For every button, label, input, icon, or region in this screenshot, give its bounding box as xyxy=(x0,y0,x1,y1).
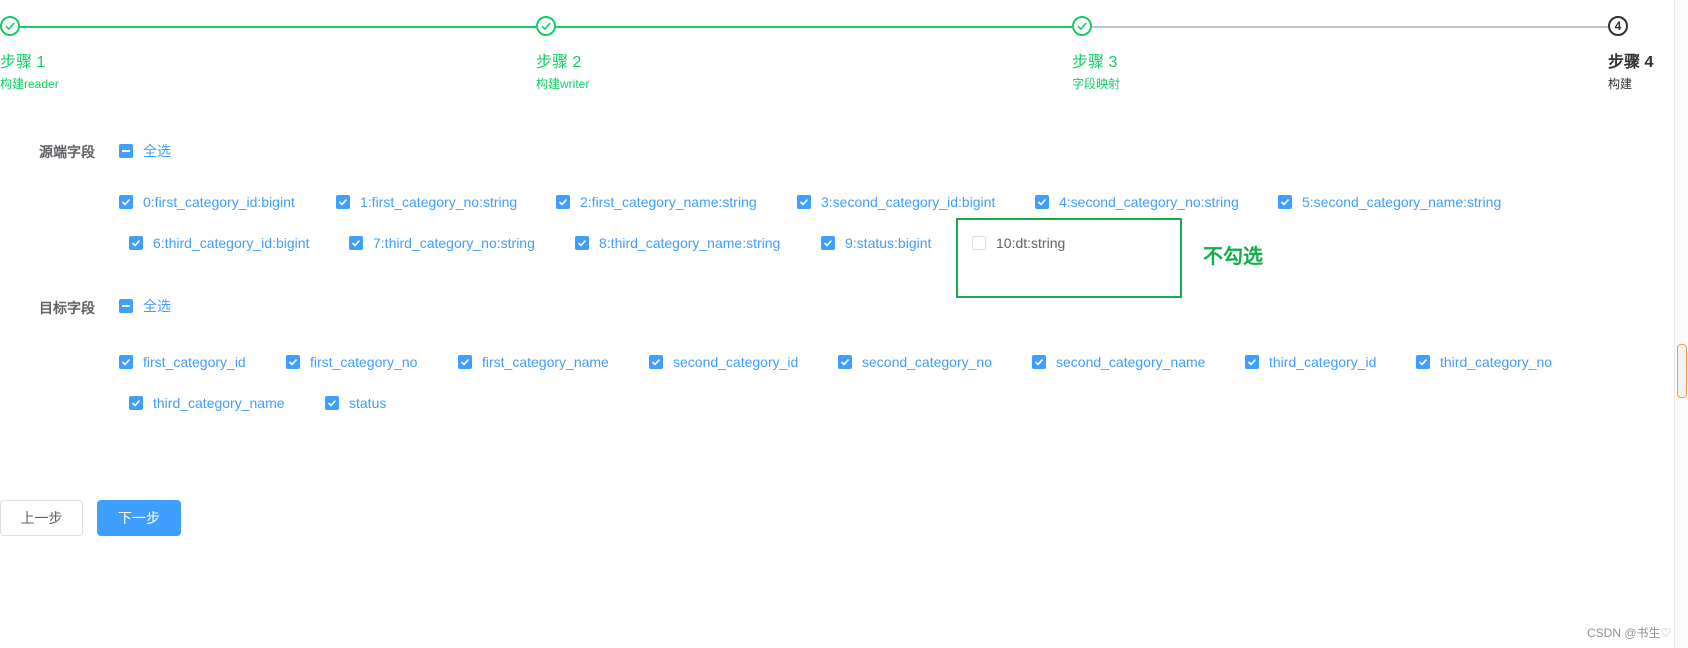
source-field-checkbox[interactable]: 1:first_category_no:string xyxy=(336,192,517,212)
step-3-description: 字段映射 xyxy=(1072,77,1121,91)
next-step-button[interactable]: 下一步 xyxy=(97,500,181,536)
check-icon xyxy=(119,195,133,209)
source-field-label: 9:status:bigint xyxy=(845,235,932,251)
step-1-description: 构建reader xyxy=(0,77,59,91)
target-field-label: status xyxy=(349,395,387,411)
step-1-title: 步骤 1 xyxy=(0,54,46,71)
target-field-label: first_category_name xyxy=(482,354,609,370)
check-icon xyxy=(1245,355,1259,369)
target-select-all-checkbox[interactable]: 全选 xyxy=(119,296,171,316)
check-icon xyxy=(838,355,852,369)
source-select-all-checkbox[interactable]: 全选 xyxy=(119,141,171,161)
source-field-checkbox[interactable]: 9:status:bigint xyxy=(821,233,931,253)
step-1-check-icon xyxy=(0,16,20,36)
target-field-label: first_category_no xyxy=(310,354,418,370)
check-icon xyxy=(575,236,589,250)
step-connector-1 xyxy=(20,26,536,28)
target-field-checkbox[interactable]: first_category_name xyxy=(458,352,609,372)
target-field-checkbox[interactable]: second_category_name xyxy=(1032,352,1205,372)
check-icon xyxy=(1278,195,1292,209)
source-field-label: 3:second_category_id:bigint xyxy=(821,194,996,210)
check-icon xyxy=(349,236,363,250)
source-fields-label: 源端字段 xyxy=(39,144,95,160)
step-connector-2 xyxy=(556,26,1072,28)
source-field-checkbox[interactable]: 2:first_category_name:string xyxy=(556,192,757,212)
source-field-label: 7:third_category_no:string xyxy=(373,235,535,251)
check-icon xyxy=(1032,355,1046,369)
source-select-all-label: 全选 xyxy=(143,143,171,159)
target-field-label: third_category_name xyxy=(153,395,285,411)
check-icon xyxy=(286,355,300,369)
step-3-check-icon xyxy=(1072,16,1092,36)
indeterminate-icon xyxy=(119,144,133,158)
source-field-checkbox[interactable]: 4:second_category_no:string xyxy=(1035,192,1239,212)
step-3-title: 步骤 3 xyxy=(1072,54,1118,71)
scrollbar-thumb[interactable] xyxy=(1677,344,1687,398)
indeterminate-icon xyxy=(119,299,133,313)
target-field-label: second_category_no xyxy=(862,354,992,370)
check-icon xyxy=(1035,195,1049,209)
source-field-checkbox[interactable]: 5:second_category_name:string xyxy=(1278,192,1501,212)
step-4-description: 构建 xyxy=(1608,77,1633,91)
source-field-checkbox[interactable]: 3:second_category_id:bigint xyxy=(797,192,995,212)
target-field-checkbox[interactable]: status xyxy=(325,393,386,413)
check-icon xyxy=(1416,355,1430,369)
watermark-text: CSDN @书生♡ xyxy=(1587,626,1672,640)
target-field-checkbox[interactable]: third_category_id xyxy=(1245,352,1376,372)
check-icon xyxy=(458,355,472,369)
target-field-checkbox[interactable]: first_category_no xyxy=(286,352,417,372)
target-field-checkbox[interactable]: second_category_id xyxy=(649,352,798,372)
target-field-label: second_category_id xyxy=(673,354,799,370)
target-field-checkbox[interactable]: third_category_no xyxy=(1416,352,1552,372)
check-icon xyxy=(797,195,811,209)
check-icon xyxy=(129,236,143,250)
source-field-label: 0:first_category_id:bigint xyxy=(143,194,295,210)
target-select-all-label: 全选 xyxy=(143,298,171,314)
check-icon xyxy=(821,236,835,250)
target-field-checkbox[interactable]: third_category_name xyxy=(129,393,285,413)
prev-step-button[interactable]: 上一步 xyxy=(0,500,83,536)
source-field-label: 8:third_category_name:string xyxy=(599,235,781,251)
annotation-text: 不勾选 xyxy=(1203,246,1263,268)
source-field-label: 4:second_category_no:string xyxy=(1059,194,1239,210)
target-field-label: third_category_id xyxy=(1269,354,1377,370)
step-2-check-icon xyxy=(536,16,556,36)
source-field-checkbox[interactable]: 0:first_category_id:bigint xyxy=(119,192,295,212)
step-2-description: 构建writer xyxy=(536,77,590,91)
step-4-number-icon: 4 xyxy=(1608,16,1628,36)
annotation-highlight-box xyxy=(956,218,1182,298)
step-connector-3 xyxy=(1092,26,1608,28)
page-scrollbar[interactable] xyxy=(1674,0,1688,648)
source-field-label: 5:second_category_name:string xyxy=(1302,194,1502,210)
target-fields-label: 目标字段 xyxy=(39,300,95,316)
step-2-title: 步骤 2 xyxy=(536,54,582,71)
source-field-label: 6:third_category_id:bigint xyxy=(153,235,310,251)
source-field-checkbox[interactable]: 8:third_category_name:string xyxy=(575,233,780,253)
step-4-title: 步骤 4 xyxy=(1608,54,1654,71)
target-field-label: second_category_name xyxy=(1056,354,1206,370)
check-icon xyxy=(325,396,339,410)
source-field-label: 1:first_category_no:string xyxy=(360,194,518,210)
source-field-checkbox[interactable]: 7:third_category_no:string xyxy=(349,233,535,253)
check-icon xyxy=(336,195,350,209)
check-icon xyxy=(556,195,570,209)
target-field-label: first_category_id xyxy=(143,354,246,370)
target-field-checkbox[interactable]: first_category_id xyxy=(119,352,246,372)
target-field-checkbox[interactable]: second_category_no xyxy=(838,352,992,372)
source-field-checkbox[interactable]: 6:third_category_id:bigint xyxy=(129,233,309,253)
check-icon xyxy=(119,355,133,369)
check-icon xyxy=(129,396,143,410)
target-field-label: third_category_no xyxy=(1440,354,1553,370)
check-icon xyxy=(649,355,663,369)
source-field-label: 2:first_category_name:string xyxy=(580,194,757,210)
